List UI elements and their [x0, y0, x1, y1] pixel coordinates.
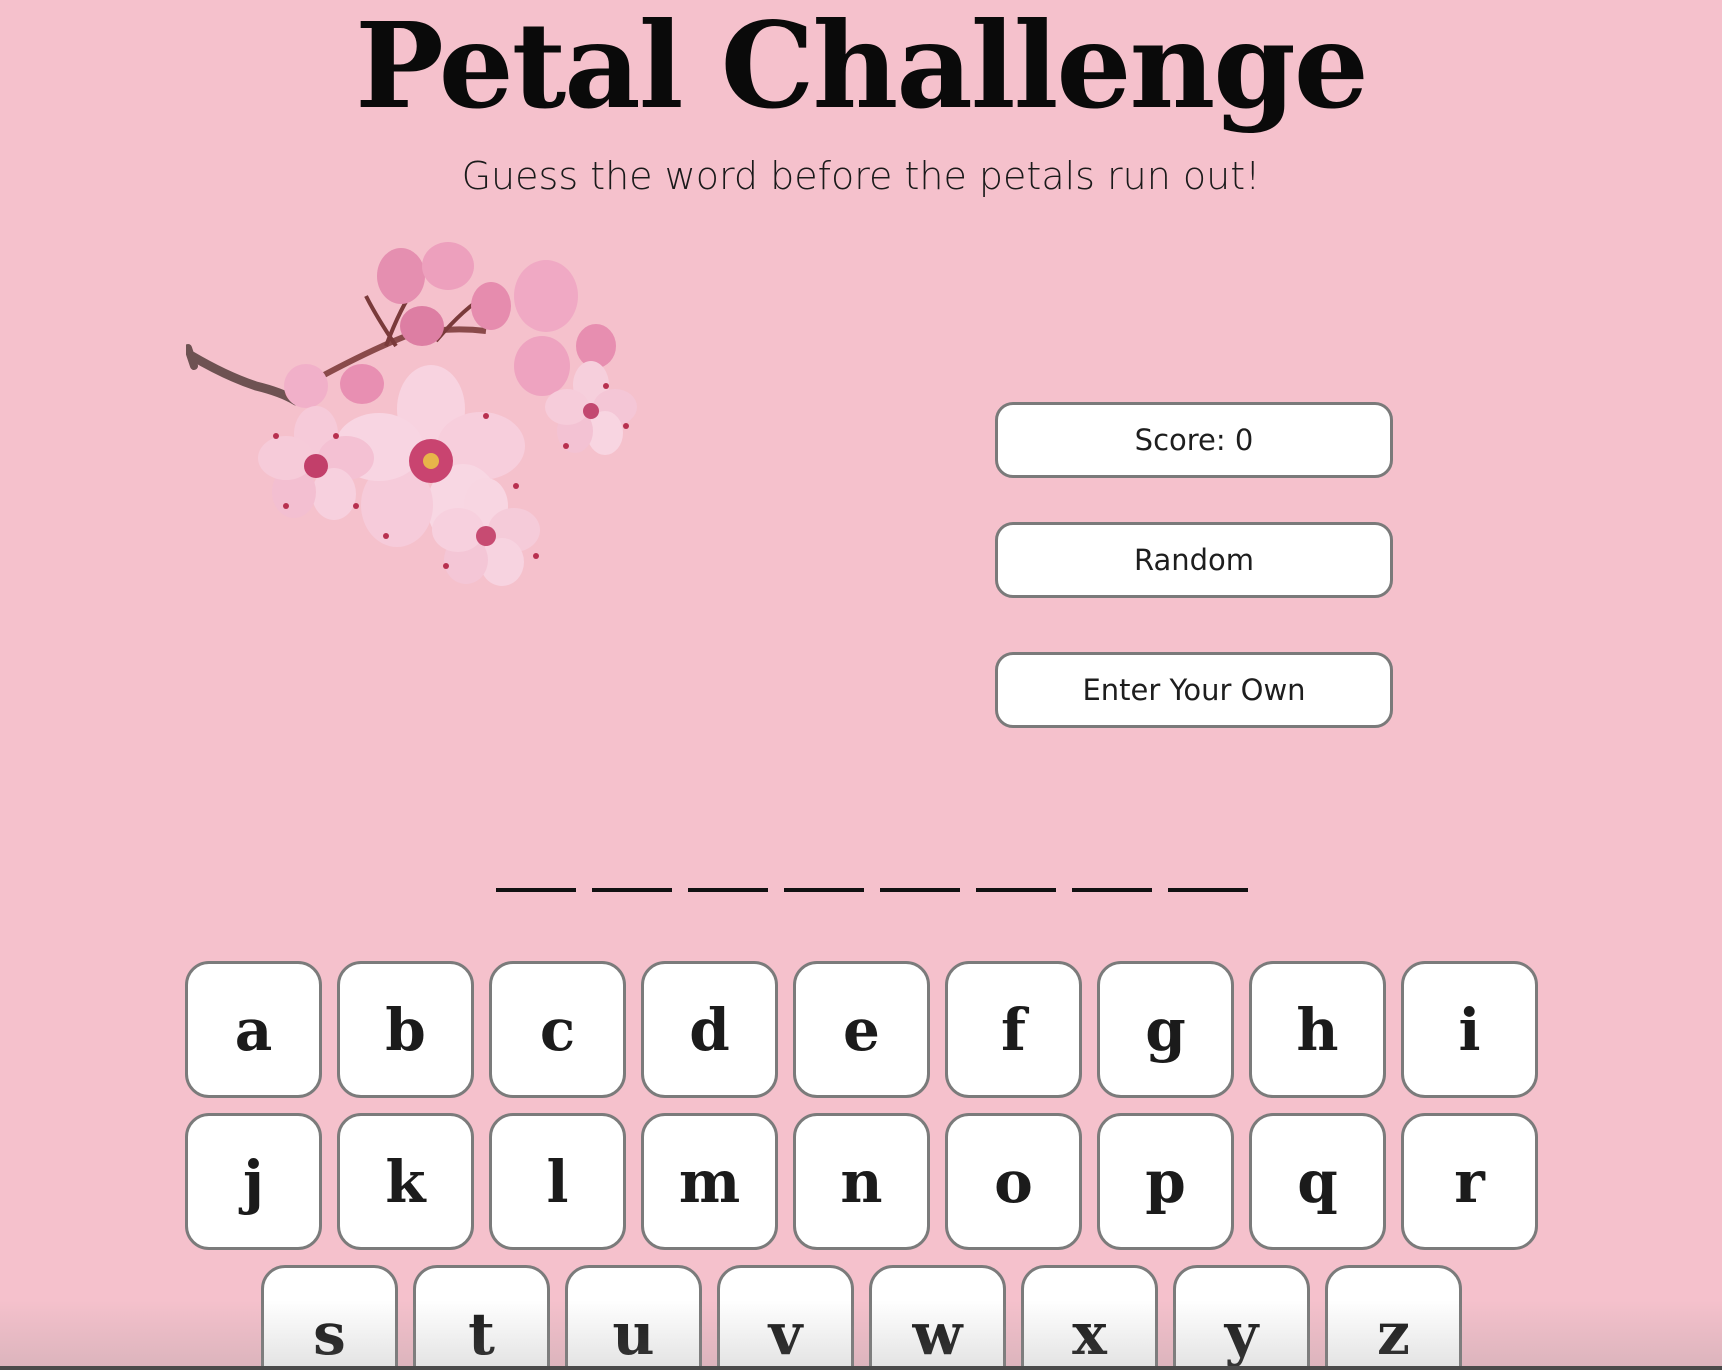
key-p[interactable]: p	[1097, 1113, 1234, 1250]
key-e[interactable]: e	[793, 961, 930, 1098]
key-w[interactable]: w	[869, 1265, 1006, 1370]
letter-blank	[592, 888, 672, 892]
key-s[interactable]: s	[261, 1265, 398, 1370]
page-title: Petal Challenge	[355, 0, 1369, 135]
letter-blank	[1168, 888, 1248, 892]
key-z[interactable]: z	[1325, 1265, 1462, 1370]
key-u[interactable]: u	[565, 1265, 702, 1370]
key-a[interactable]: a	[185, 961, 322, 1098]
key-y[interactable]: y	[1173, 1265, 1310, 1370]
key-r[interactable]: r	[1401, 1113, 1538, 1250]
key-t[interactable]: t	[413, 1265, 550, 1370]
key-c[interactable]: c	[489, 961, 626, 1098]
enter-own-word-button[interactable]: Enter Your Own	[995, 652, 1393, 728]
letter-blank	[1072, 888, 1152, 892]
key-d[interactable]: d	[641, 961, 778, 1098]
key-b[interactable]: b	[337, 961, 474, 1098]
key-o[interactable]: o	[945, 1113, 1082, 1250]
key-n[interactable]: n	[793, 1113, 930, 1250]
key-j[interactable]: j	[185, 1113, 322, 1250]
bottom-edge-shadow	[0, 1300, 1722, 1370]
key-i[interactable]: i	[1401, 961, 1538, 1098]
bottom-edge-line	[0, 1366, 1722, 1370]
random-word-button[interactable]: Random	[995, 522, 1393, 598]
letter-keyboard: abcdefghi jklmnopqr stuvwxyz	[0, 0, 1722, 1370]
key-g[interactable]: g	[1097, 961, 1234, 1098]
letter-blank	[784, 888, 864, 892]
letter-blank	[688, 888, 768, 892]
key-k[interactable]: k	[337, 1113, 474, 1250]
letter-blank	[880, 888, 960, 892]
key-v[interactable]: v	[717, 1265, 854, 1370]
word-blanks	[496, 888, 1250, 894]
random-word-label: Random	[1133, 543, 1255, 577]
score-label: Score: 0	[1134, 423, 1254, 457]
key-h[interactable]: h	[1249, 961, 1386, 1098]
key-m[interactable]: m	[641, 1113, 778, 1250]
letter-blank	[976, 888, 1056, 892]
key-f[interactable]: f	[945, 961, 1082, 1098]
key-q[interactable]: q	[1249, 1113, 1386, 1250]
page-subtitle: Guess the word before the petals run out…	[461, 154, 1261, 198]
key-x[interactable]: x	[1021, 1265, 1158, 1370]
letter-blank	[496, 888, 576, 892]
enter-own-word-label: Enter Your Own	[1082, 673, 1306, 707]
cherry-blossom-icon	[186, 242, 637, 586]
score-display: Score: 0	[995, 402, 1393, 478]
key-l[interactable]: l	[489, 1113, 626, 1250]
game-page: Petal Challenge Guess the word before th…	[0, 0, 1722, 1370]
